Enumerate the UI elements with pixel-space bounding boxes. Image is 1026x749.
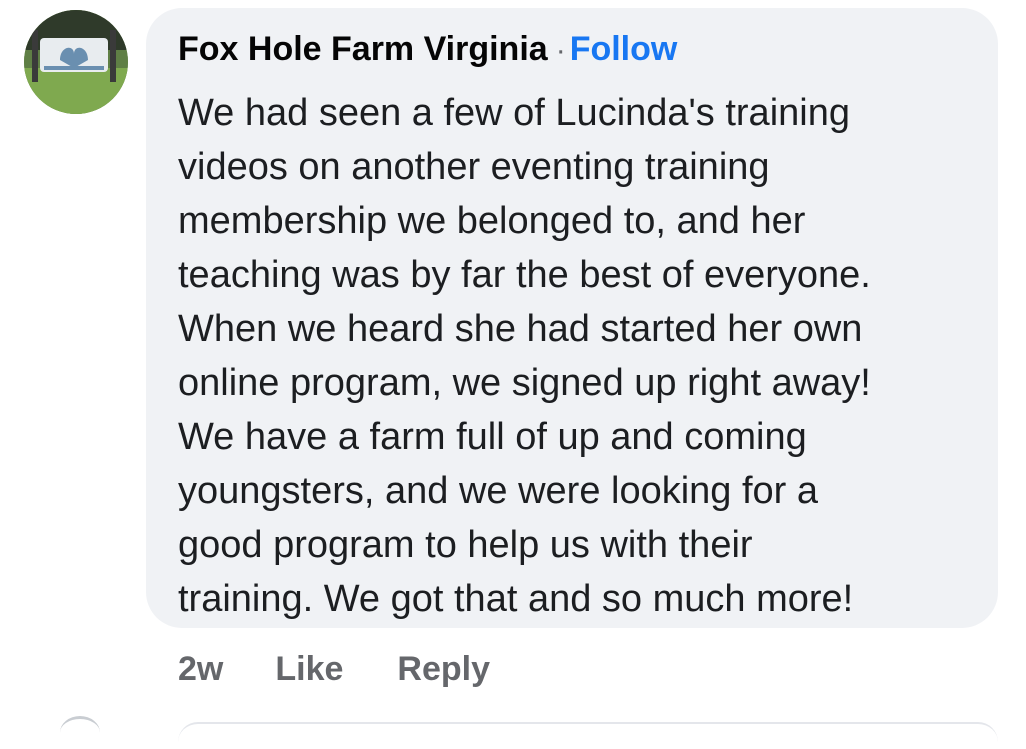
separator-dot: ·: [555, 34, 566, 67]
comment-text-line: When we heard she had started her own: [178, 308, 863, 350]
next-comment-avatar-edge: [60, 716, 100, 749]
farm-sign-avatar-icon: [24, 10, 128, 114]
comment-text-line: youngsters, and we were looking for a: [178, 470, 819, 512]
next-comment-bubble-edge: [178, 722, 998, 744]
comment-text-line: We have a farm full of up and coming: [178, 416, 807, 458]
follow-button[interactable]: Follow: [570, 30, 678, 68]
comment-text-line: training. We got that and so much more!: [178, 578, 854, 620]
comment-text-line: videos on another eventing training: [178, 146, 770, 188]
comment-body: We had seen a few of Lucinda's training …: [178, 86, 966, 626]
comment-header: Fox Hole Farm Virginia · Follow: [178, 30, 966, 70]
comment-text-line: online program, we signed up right away!: [178, 362, 871, 404]
comment-bubble: Fox Hole Farm Virginia · Follow We had see…: [146, 8, 998, 628]
comment-text-line: We had seen a few of Lucinda's training: [178, 92, 850, 134]
comment-actions: 2w Like Reply: [178, 646, 544, 692]
avatar[interactable]: [24, 10, 128, 114]
reply-button[interactable]: Reply: [397, 650, 490, 689]
comment-timestamp[interactable]: 2w: [178, 650, 223, 689]
author-name[interactable]: Fox Hole Farm Virginia: [178, 30, 548, 68]
comment-text-line: membership we belonged to, and her: [178, 200, 806, 242]
comment: Fox Hole Farm Virginia · Follow We had see…: [0, 0, 1026, 728]
comment-text-line: teaching was by far the best of everyone…: [178, 254, 871, 296]
like-button[interactable]: Like: [275, 650, 343, 689]
comment-text-line: good program to help us with their: [178, 524, 753, 566]
